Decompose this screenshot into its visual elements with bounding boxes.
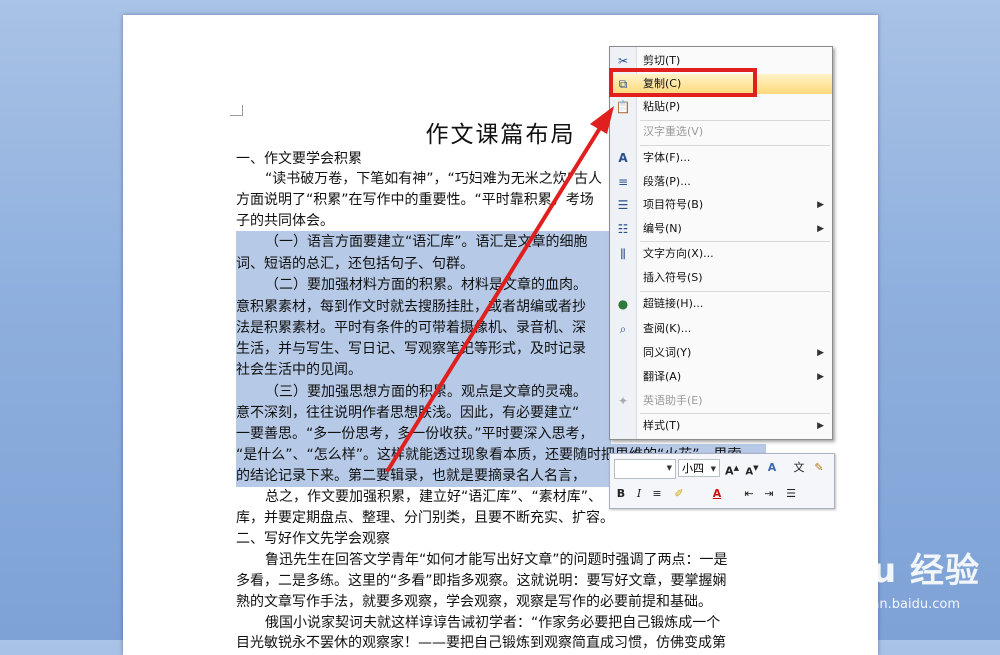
arrow-shaft — [386, 126, 602, 472]
arrow-head — [590, 106, 614, 134]
watermark-url: jingyan.baidu.com — [840, 597, 960, 612]
baidu-watermark: Bai du 经验 — [770, 551, 980, 591]
